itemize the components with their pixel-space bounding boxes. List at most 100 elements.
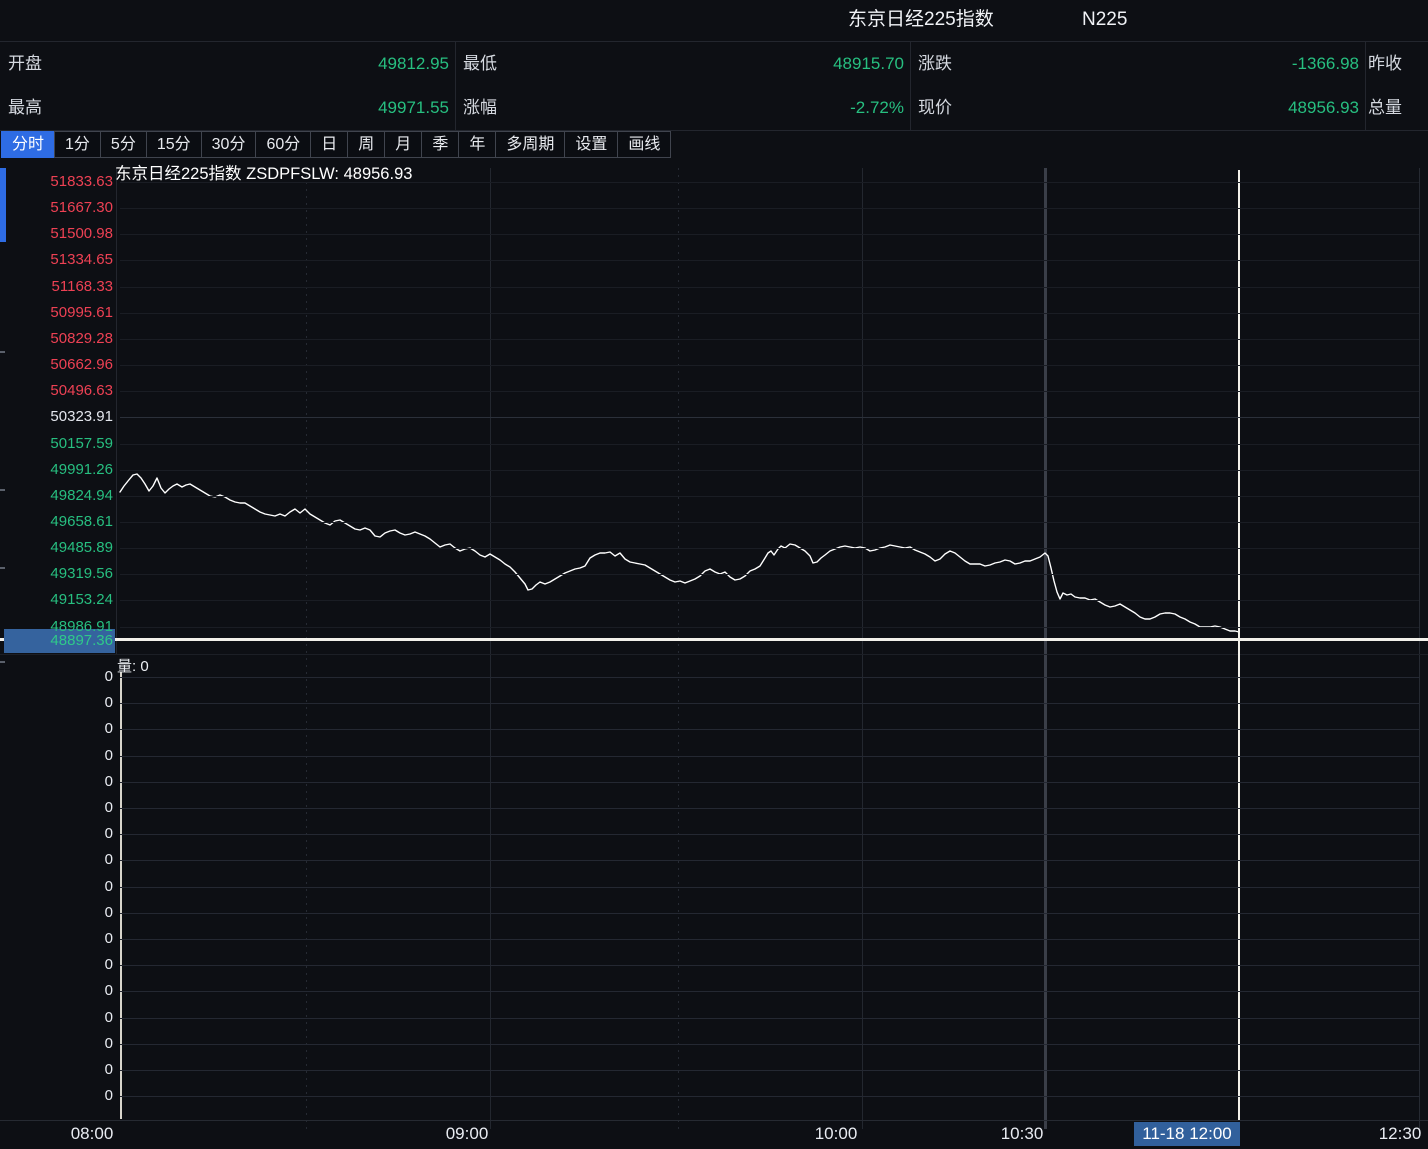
instrument-symbol: N225: [1082, 0, 1127, 40]
left-accent-strip: [0, 168, 6, 242]
volume-axis-label: 0: [73, 1034, 113, 1054]
volume-gridline: [120, 782, 1419, 783]
stat-change-pct-value: -2.72%: [850, 86, 904, 130]
stat-open-label: 开盘: [8, 42, 42, 86]
period-tab-bar: 分时1分5分15分30分60分日周月季年多周期设置画线: [2, 131, 671, 158]
left-edge-tick: [0, 351, 5, 353]
price-gridline: [120, 182, 1419, 183]
volume-gridline: [120, 1018, 1419, 1019]
volume-gridline: [120, 913, 1419, 914]
volume-axis-label: 0: [73, 1086, 113, 1106]
tab-30min[interactable]: 30分: [201, 131, 257, 158]
tab-settings[interactable]: 设置: [564, 131, 618, 158]
crosshair-time-value: 11-18 12:00: [1142, 1124, 1231, 1143]
price-axis-label: 49658.61: [5, 512, 113, 532]
stat-change: 涨跌 -1366.98: [910, 42, 1365, 86]
volume-gridline: [120, 1044, 1419, 1045]
price-gridline: [120, 574, 1419, 575]
pane-divider: [0, 654, 1428, 655]
tab-1min[interactable]: 1分: [54, 131, 101, 158]
tab-month[interactable]: 月: [384, 131, 422, 158]
stat-prev-close: 昨收: [1365, 42, 1428, 86]
price-gridline: [120, 260, 1419, 261]
stat-change-value: -1366.98: [1292, 42, 1359, 86]
left-edge-tick: [0, 489, 5, 491]
price-axis-label: 50323.91: [5, 407, 113, 427]
stats-divider: [1365, 42, 1366, 130]
tab-15min[interactable]: 15分: [146, 131, 202, 158]
tab-60min[interactable]: 60分: [255, 131, 311, 158]
volume-gridline: [120, 965, 1419, 966]
volume-axis-label: 0: [73, 798, 113, 818]
price-gridline: [120, 391, 1419, 392]
stat-last-price-value: 48956.93: [1288, 86, 1359, 130]
volume-gridline: [120, 887, 1419, 888]
volume-axis-label: 0: [73, 981, 113, 1001]
stat-low: 最低 48915.70: [455, 42, 910, 86]
tab-year[interactable]: 年: [458, 131, 496, 158]
tab-day[interactable]: 日: [310, 131, 348, 158]
volume-gridline: [120, 677, 1419, 678]
volume-axis-label: 0: [73, 667, 113, 687]
tab-week[interactable]: 周: [347, 131, 385, 158]
price-gridline: [120, 365, 1419, 366]
price-gridline: [120, 208, 1419, 209]
volume-gridline: [120, 1096, 1419, 1097]
stats-divider: [455, 42, 456, 130]
tab-5min[interactable]: 5分: [100, 131, 147, 158]
price-gridline: [120, 627, 1419, 628]
volume-axis-label: 0: [73, 850, 113, 870]
price-axis-label: 51500.98: [5, 224, 113, 244]
tab-draw-line[interactable]: 画线: [617, 131, 671, 158]
price-axis-label: 50829.28: [5, 329, 113, 349]
price-line: [120, 474, 1239, 632]
time-axis-label: 08:00: [71, 1124, 114, 1144]
chart-area[interactable]: 东京日经225指数 ZSDPFSLW: 48956.93 量: 0 48897.…: [0, 158, 1428, 1149]
volume-gridline: [120, 939, 1419, 940]
tab-multi-period[interactable]: 多周期: [495, 131, 565, 158]
stat-high: 最高 49971.55: [0, 86, 455, 130]
stat-total-volume-label: 总量: [1368, 86, 1402, 130]
tab-quarter[interactable]: 季: [421, 131, 459, 158]
volume-header: 量: 0: [117, 655, 149, 676]
price-axis-label: 48986.91: [5, 617, 113, 637]
price-axis-label: 50157.59: [5, 434, 113, 454]
volume-gridline: [120, 860, 1419, 861]
stat-low-value: 48915.70: [833, 42, 904, 86]
chart-overlay-title: 东京日经225指数 ZSDPFSLW: 48956.93: [115, 160, 412, 184]
tab-timeline[interactable]: 分时: [1, 131, 55, 158]
price-axis-label: 50662.96: [5, 355, 113, 375]
volume-gridline: [120, 991, 1419, 992]
stat-last-price-label: 现价: [918, 86, 952, 130]
volume-axis-label: 0: [73, 693, 113, 713]
price-axis-label: 51833.63: [5, 172, 113, 192]
price-gridline: [120, 287, 1419, 288]
volume-pane-left-border: [120, 672, 122, 1119]
price-axis-label: 49319.56: [5, 564, 113, 584]
volume-gridline: [120, 756, 1419, 757]
volume-axis-label: 0: [73, 772, 113, 792]
volume-axis-label: 0: [73, 1008, 113, 1028]
volume-gridline: [120, 729, 1419, 730]
volume-gridline: [120, 834, 1419, 835]
price-axis-label: 49153.24: [5, 590, 113, 610]
stat-prev-close-label: 昨收: [1368, 42, 1402, 86]
price-gridline: [120, 417, 1419, 418]
plot-right-border: [1419, 168, 1420, 1129]
price-gridline: [120, 444, 1419, 445]
time-axis-border: [0, 1120, 1428, 1121]
instrument-title: 东京日经225指数: [848, 0, 994, 40]
price-gridline: [120, 496, 1419, 497]
time-axis-label: 10:00: [815, 1124, 858, 1144]
price-axis-label: 49824.94: [5, 486, 113, 506]
price-gridline: [120, 470, 1419, 471]
crosshair-horizontal-line: [0, 638, 1428, 641]
stat-open-value: 49812.95: [378, 42, 449, 86]
time-axis-label: 10:30: [1001, 1124, 1044, 1144]
stat-high-label: 最高: [8, 86, 42, 130]
volume-gridline: [120, 808, 1419, 809]
time-axis-label: 12:30: [1379, 1124, 1422, 1144]
stats-divider: [910, 42, 911, 130]
volume-gridline: [120, 1070, 1419, 1071]
volume-gridline: [120, 703, 1419, 704]
